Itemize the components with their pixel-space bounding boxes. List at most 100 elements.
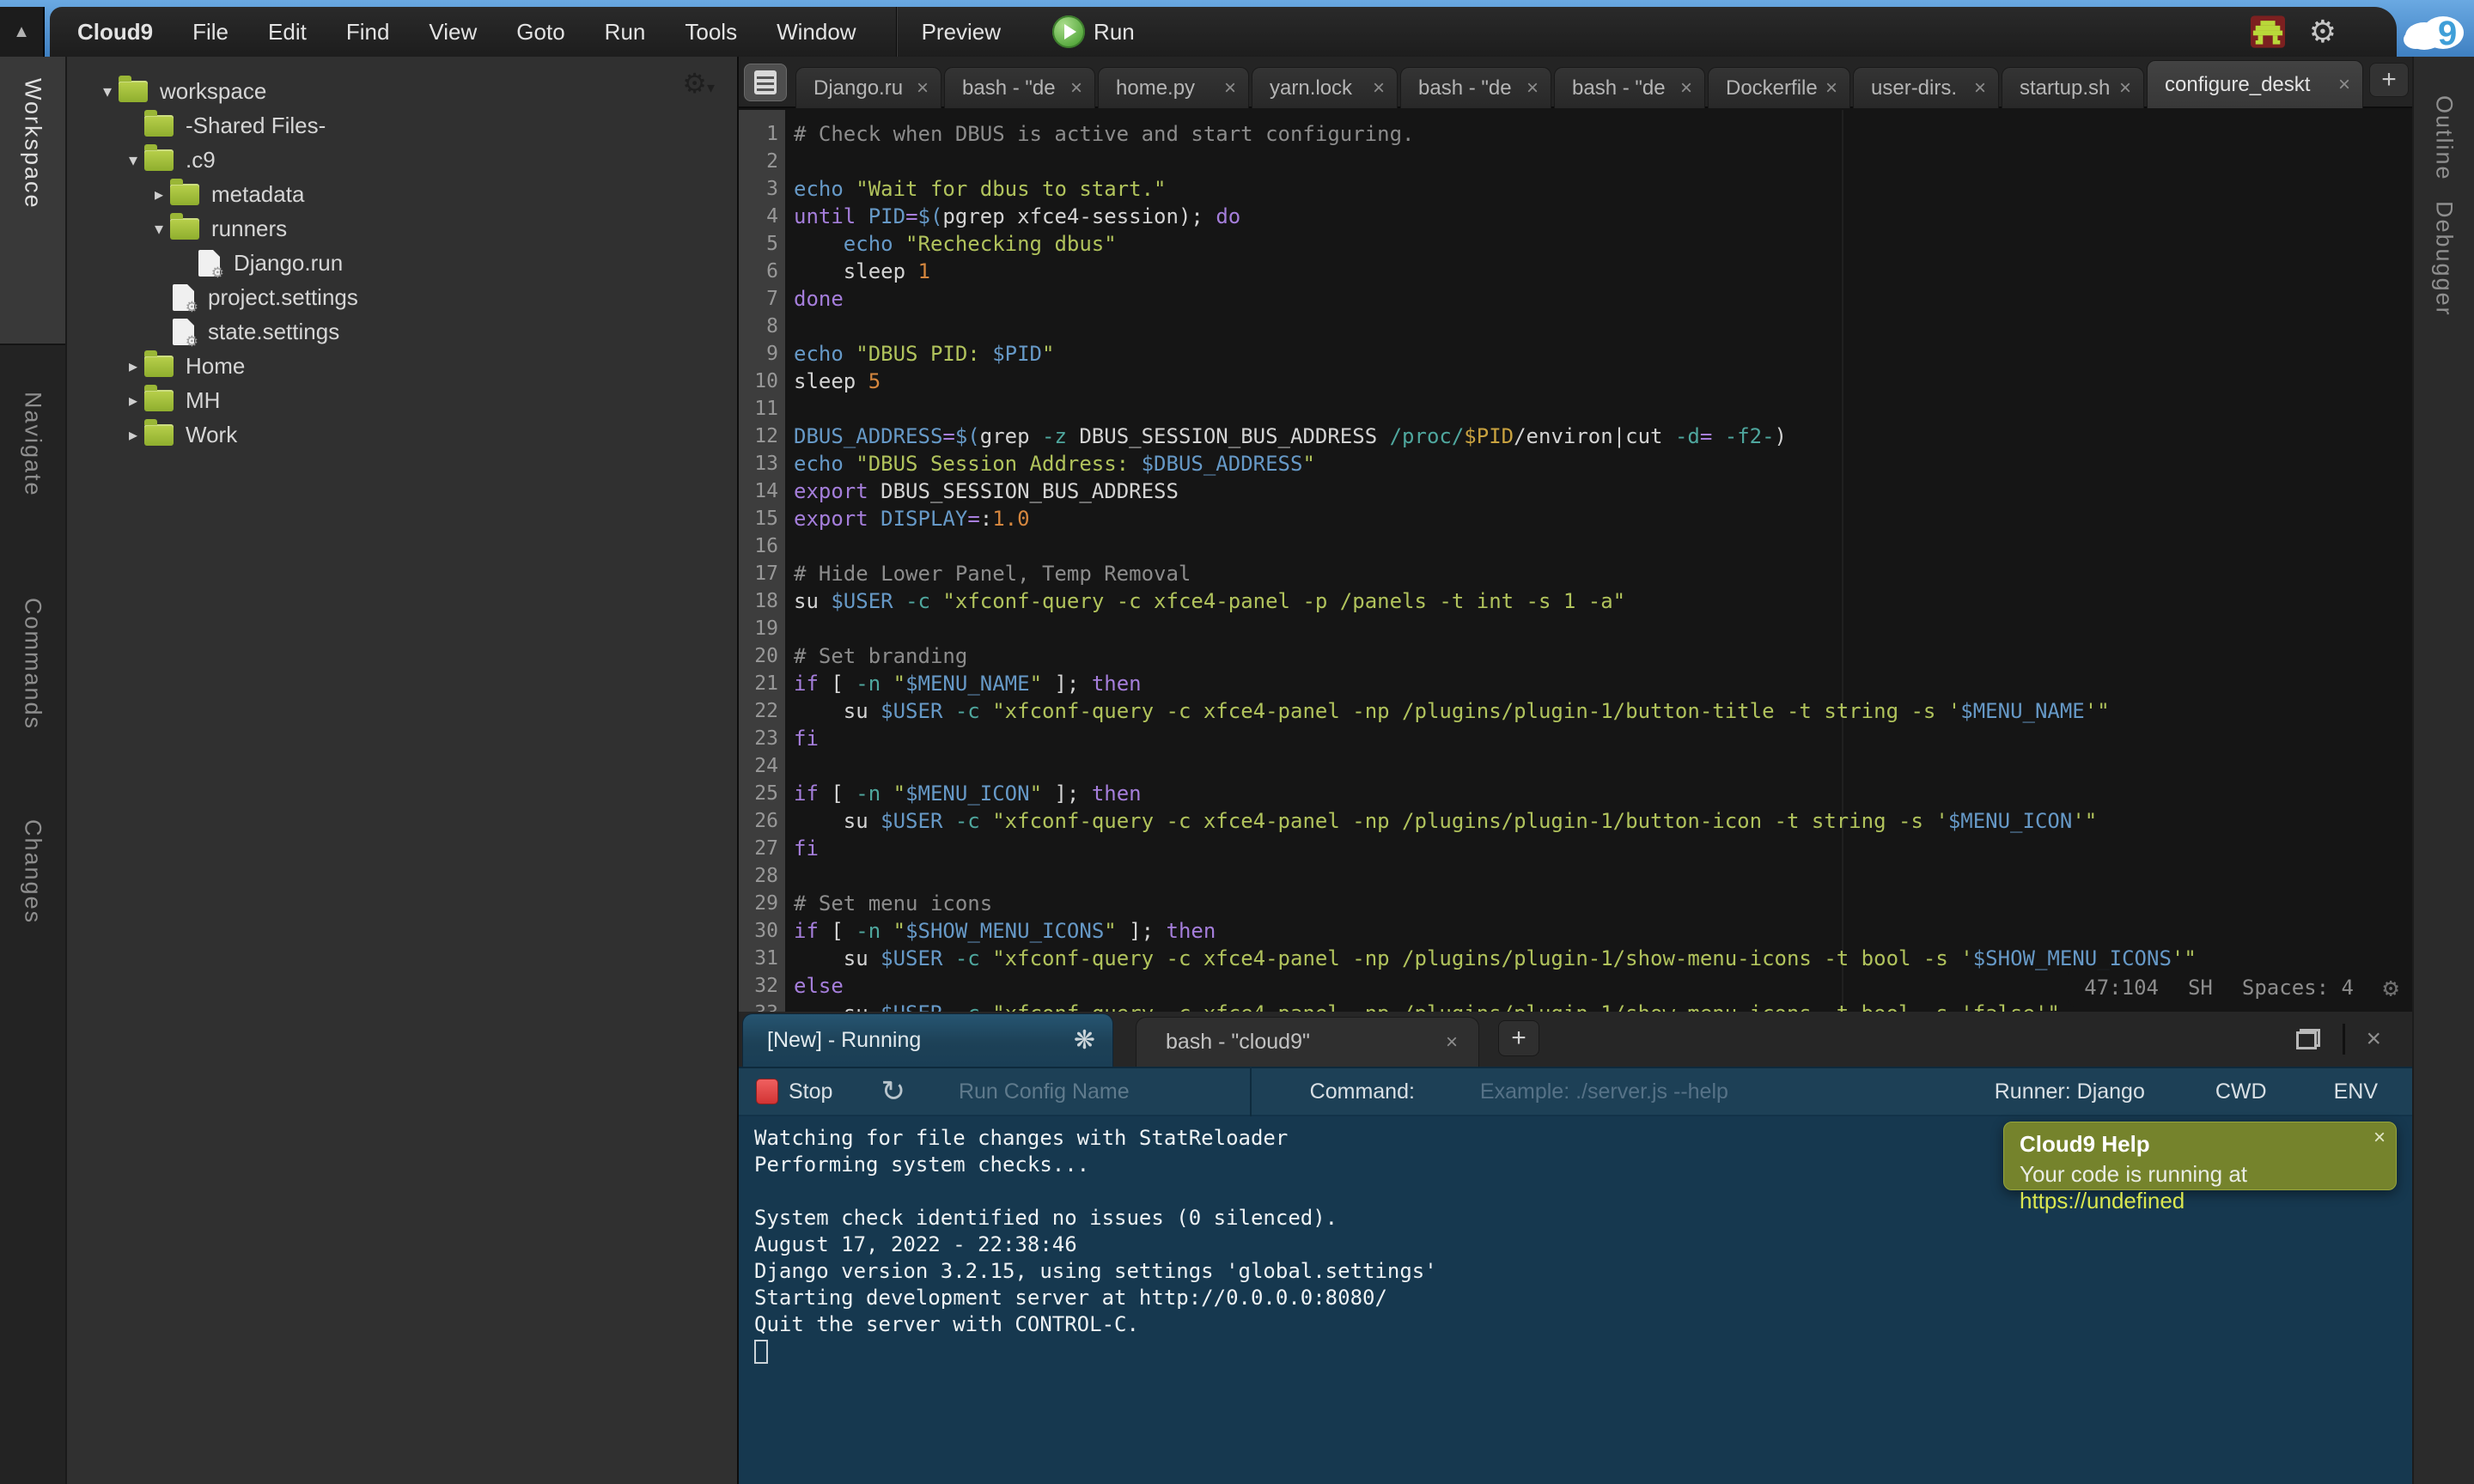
controls-divider xyxy=(1250,1067,1252,1116)
editor-tab-5[interactable]: bash - "de× xyxy=(1554,67,1705,108)
code-line: echo "Rechecking dbus" xyxy=(794,230,1117,258)
tree-item-mh[interactable]: ▸MH xyxy=(122,383,220,417)
tree-item--shared-files-[interactable]: -Shared Files- xyxy=(122,108,326,143)
settings-gear-icon[interactable]: ⚙ xyxy=(2309,14,2337,50)
close-icon[interactable]: × xyxy=(1974,76,1986,100)
cursor-position[interactable]: 47:104 xyxy=(2084,976,2159,1000)
tab-list-button[interactable] xyxy=(744,64,787,101)
code-token: pgrep xfce4-session xyxy=(942,204,1179,228)
tree-open-arrow-icon[interactable]: ▾ xyxy=(148,218,170,240)
tree-closed-arrow-icon[interactable]: ▸ xyxy=(122,424,144,446)
sidebar-tab-debugger[interactable]: Debugger xyxy=(2431,201,2458,317)
indent-setting[interactable]: Spaces: 4 xyxy=(2242,976,2354,1000)
tree-item-label: metadata xyxy=(211,181,304,208)
editor-tab-2[interactable]: home.py× xyxy=(1098,67,1249,108)
editor-tab-6[interactable]: Dockerfile× xyxy=(1708,67,1850,108)
command-input[interactable]: Example: ./server.js --help xyxy=(1480,1080,1728,1104)
env-button[interactable]: ENV xyxy=(2334,1080,2378,1104)
popup-body: Your code is running at https://undefine… xyxy=(2020,1161,2382,1214)
close-panel-icon[interactable]: × xyxy=(2366,1025,2381,1054)
editor-tabbar: Django.ru×bash - "de×home.py×yarn.lock×b… xyxy=(739,57,2412,108)
editor-tab-8[interactable]: startup.sh× xyxy=(2002,67,2144,108)
tree-open-arrow-icon[interactable]: ▾ xyxy=(122,149,144,171)
preview-button[interactable]: Preview xyxy=(922,19,1001,46)
close-icon[interactable]: × xyxy=(1526,76,1539,100)
cwd-button[interactable]: CWD xyxy=(2215,1080,2267,1104)
editor-tab-9[interactable]: configure_deskt× xyxy=(2147,60,2363,108)
code-line: fi xyxy=(794,835,819,862)
code-token: "xfconf-query -c xfce4-panel -p /panels … xyxy=(942,589,1625,613)
code-token xyxy=(893,589,905,613)
new-console-tab-button[interactable]: + xyxy=(1498,1020,1539,1056)
runner-selector[interactable]: Runner: Django xyxy=(1995,1080,2145,1104)
menu-find[interactable]: Find xyxy=(346,19,390,46)
close-icon[interactable]: × xyxy=(1680,76,1692,100)
run-config-name-input[interactable]: Run Config Name xyxy=(959,1080,1130,1104)
close-icon[interactable]: × xyxy=(1070,76,1082,100)
tree-closed-arrow-icon[interactable]: ▸ xyxy=(122,390,144,411)
new-editor-tab-button[interactable]: + xyxy=(2369,63,2409,97)
close-icon[interactable]: × xyxy=(1825,76,1837,100)
line-number: 6 xyxy=(739,258,778,285)
tree-settings-gear-icon[interactable]: ⚙▾ xyxy=(682,67,715,100)
menu-view[interactable]: View xyxy=(429,19,477,46)
menu-file[interactable]: File xyxy=(192,19,229,46)
code-line: if [ -n "$SHOW_MENU_ICONS" ]; then xyxy=(794,917,1216,945)
close-icon[interactable]: × xyxy=(1446,1031,1458,1055)
tree-item-work[interactable]: ▸Work xyxy=(122,417,237,452)
menu-window[interactable]: Window xyxy=(777,19,856,46)
tree-item--c9[interactable]: ▾.c9 xyxy=(122,143,216,177)
popup-close-icon[interactable]: × xyxy=(2373,1126,2386,1150)
tree-item-django-run[interactable]: Django.run xyxy=(174,246,343,280)
code-token: " xyxy=(893,672,905,696)
restore-panel-icon[interactable] xyxy=(2296,1029,2320,1049)
menu-edit[interactable]: Edit xyxy=(268,19,307,46)
tree-item-label: workspace xyxy=(160,78,266,105)
line-number: 33 xyxy=(739,1000,778,1012)
sidebar-tab-navigate[interactable]: Navigate xyxy=(20,392,46,497)
close-icon[interactable]: × xyxy=(2119,76,2131,100)
code-token: su xyxy=(794,1001,881,1012)
tree-item-workspace[interactable]: ▾ workspace xyxy=(96,74,266,108)
sidebar-tab-commands[interactable]: Commands xyxy=(20,598,46,730)
tree-closed-arrow-icon[interactable]: ▸ xyxy=(122,356,144,377)
editor-tab-3[interactable]: yarn.lock× xyxy=(1252,67,1398,108)
console-tab-running[interactable]: [New] - Running ❋ xyxy=(742,1013,1113,1067)
tree-item-runners[interactable]: ▾runners xyxy=(148,211,287,246)
sidebar-tab-workspace[interactable]: Workspace xyxy=(20,78,46,210)
menu-run[interactable]: Run xyxy=(605,19,646,46)
close-icon[interactable]: × xyxy=(1373,76,1385,100)
bug-report-icon[interactable] xyxy=(2251,15,2285,49)
collapse-menubar-button[interactable]: ▲ xyxy=(0,7,45,57)
tree-item-home[interactable]: ▸ Home xyxy=(122,349,245,383)
app-menu-cloud9[interactable]: Cloud9 xyxy=(77,19,153,46)
syntax-mode[interactable]: SH xyxy=(2188,976,2213,1000)
console-tab-bash[interactable]: bash - "cloud9" × xyxy=(1136,1017,1479,1067)
tree-open-arrow-icon[interactable]: ▾ xyxy=(96,81,119,102)
tree-item-label: Home xyxy=(186,353,245,380)
code-token xyxy=(881,672,893,696)
menu-goto[interactable]: Goto xyxy=(516,19,564,46)
code-editor[interactable]: 1234567891011121314151617181920212223242… xyxy=(739,110,2412,1012)
tree-item-metadata[interactable]: ▸ metadata xyxy=(148,177,304,211)
line-number: 16 xyxy=(739,532,778,560)
sidebar-tab-outline[interactable]: Outline xyxy=(2431,95,2458,181)
editor-tab-1[interactable]: bash - "de× xyxy=(944,67,1095,108)
code-line: if [ -n "$MENU_ICON" ]; then xyxy=(794,780,1142,807)
run-button[interactable]: Run xyxy=(1052,15,1135,48)
close-icon[interactable]: × xyxy=(1224,76,1236,100)
stop-button[interactable]: Stop xyxy=(789,1080,832,1104)
tree-closed-arrow-icon[interactable]: ▸ xyxy=(148,184,170,205)
menu-tools[interactable]: Tools xyxy=(685,19,737,46)
close-icon[interactable]: × xyxy=(2338,73,2350,97)
close-icon[interactable]: × xyxy=(917,76,929,100)
editor-tab-7[interactable]: user-dirs.× xyxy=(1853,67,1999,108)
popup-link[interactable]: https://undefined xyxy=(2020,1188,2185,1213)
statusbar-gear-icon[interactable]: ⚙ xyxy=(2383,973,2398,1003)
tree-item-project-settings[interactable]: project.settings xyxy=(148,280,358,314)
editor-tab-4[interactable]: bash - "de× xyxy=(1400,67,1551,108)
tree-item-state-settings[interactable]: state.settings xyxy=(148,314,339,349)
editor-tab-0[interactable]: Django.ru× xyxy=(795,67,941,108)
restart-icon[interactable]: ↻ xyxy=(881,1074,905,1109)
sidebar-tab-changes[interactable]: Changes xyxy=(20,819,46,924)
